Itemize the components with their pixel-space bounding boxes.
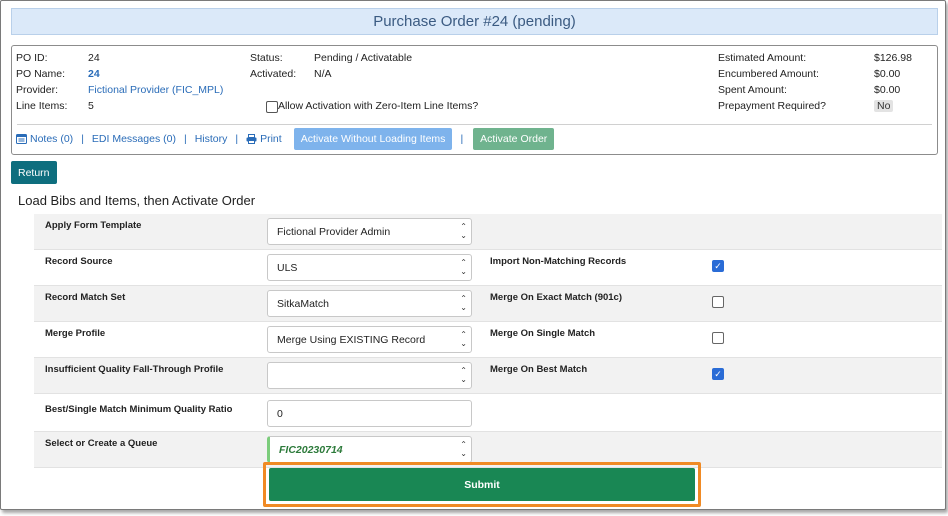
select-arrows-icon: ⌃ ⌄	[460, 222, 467, 240]
insufficient-quality-label: Insufficient Quality Fall-Through Profil…	[45, 364, 224, 375]
estimated-label: Estimated Amount:	[718, 52, 807, 64]
print-label: Print	[260, 133, 282, 145]
select-arrows-icon: ⌃ ⌄	[460, 366, 467, 384]
po-id-label: PO ID:	[16, 52, 48, 64]
apply-template-label: Apply Form Template	[45, 220, 142, 231]
merge-best-checkbox[interactable]: ✓	[712, 368, 724, 380]
merge-profile-value: Merge Using EXISTING Record	[277, 333, 426, 346]
status-label: Status:	[250, 52, 283, 64]
summary-divider	[17, 124, 932, 125]
select-arrows-icon: ⌃ ⌄	[460, 440, 467, 458]
action-separator: |	[460, 133, 464, 145]
line-items-label: Line Items:	[16, 100, 68, 112]
po-name-link[interactable]: 24	[88, 68, 100, 80]
provider-label: Provider:	[16, 84, 59, 96]
spent-label: Spent Amount:	[718, 84, 787, 96]
status-value: Pending / Activatable	[314, 52, 413, 64]
record-match-value: SitkaMatch	[277, 297, 329, 310]
form-row: Insufficient Quality Fall-Through Profil…	[34, 358, 942, 394]
submit-button[interactable]: Submit	[269, 468, 695, 501]
activate-without-loading-button[interactable]: Activate Without Loading Items	[293, 128, 453, 150]
apply-template-value: Fictional Provider Admin	[277, 225, 391, 238]
min-quality-value: 0	[277, 407, 283, 420]
submit-highlight: Submit	[263, 462, 701, 507]
spent-value: $0.00	[874, 84, 901, 96]
provider-link[interactable]: Fictional Provider (FIC_MPL)	[88, 84, 223, 96]
action-separator: |	[183, 133, 187, 145]
merge-profile-label: Merge Profile	[45, 328, 106, 339]
record-source-label: Record Source	[45, 256, 113, 267]
section-heading: Load Bibs and Items, then Activate Order	[18, 193, 256, 208]
po-name-label: PO Name:	[16, 68, 66, 80]
zero-item-label: Allow Activation with Zero-Item Line Ite…	[278, 100, 479, 112]
prepayment-badge: No	[874, 100, 894, 112]
print-link[interactable]: Print	[246, 133, 282, 145]
encumbered-value: $0.00	[874, 68, 901, 80]
record-match-select[interactable]: SitkaMatch ⌃ ⌄	[267, 290, 472, 317]
action-separator: |	[81, 133, 84, 145]
po-action-bar: Notes (0) | EDI Messages (0) | History |…	[16, 128, 555, 150]
activated-value: N/A	[314, 68, 332, 80]
form-row: Apply Form Template Fictional Provider A…	[34, 214, 942, 250]
import-nonmatching-checkbox[interactable]: ✓	[712, 260, 724, 272]
activated-label: Activated:	[250, 68, 297, 80]
merge-single-label: Merge On Single Match	[490, 328, 596, 339]
record-source-select[interactable]: ULS ⌃ ⌄	[267, 254, 472, 281]
merge-best-label: Merge On Best Match	[490, 364, 588, 375]
estimated-value: $126.98	[874, 52, 912, 64]
return-button[interactable]: Return	[11, 161, 57, 184]
encumbered-label: Encumbered Amount:	[718, 68, 819, 80]
apply-template-select[interactable]: Fictional Provider Admin ⌃ ⌄	[267, 218, 472, 245]
form-row: Record Source ULS ⌃ ⌄ Import Non-Matching…	[34, 250, 942, 286]
queue-label: Select or Create a Queue	[45, 438, 158, 449]
min-quality-input[interactable]: 0	[267, 400, 472, 427]
import-nonmatching-label: Import Non-Matching Records	[490, 256, 627, 267]
page-title: Purchase Order #24 (pending)	[11, 8, 938, 35]
page-frame: Purchase Order #24 (pending) PO ID: 24 P…	[0, 0, 946, 510]
po-id-value: 24	[88, 52, 100, 64]
record-source-value: ULS	[277, 261, 298, 274]
notes-label: Notes (0)	[30, 133, 74, 145]
queue-select[interactable]: FIC20230714 ⌃ ⌄	[267, 436, 472, 463]
select-arrows-icon: ⌃ ⌄	[460, 330, 467, 348]
prepayment-label: Prepayment Required?	[718, 100, 826, 112]
activate-order-button[interactable]: Activate Order	[473, 128, 555, 150]
min-quality-label: Best/Single Match Minimum Quality Ratio	[45, 404, 233, 415]
merge-single-checkbox[interactable]	[712, 332, 724, 344]
merge-exact-checkbox[interactable]	[712, 296, 724, 308]
select-arrows-icon: ⌃ ⌄	[460, 294, 467, 312]
notes-icon	[16, 134, 27, 144]
load-bibs-form: Apply Form Template Fictional Provider A…	[34, 214, 942, 468]
action-separator: |	[235, 133, 239, 145]
form-row: Merge Profile Merge Using EXISTING Recor…	[34, 322, 942, 358]
form-row: Record Match Set SitkaMatch ⌃ ⌄ Merge On …	[34, 286, 942, 322]
form-row: Best/Single Match Minimum Quality Ratio …	[34, 394, 942, 432]
queue-value: FIC20230714	[279, 443, 343, 456]
line-items-value: 5	[88, 100, 94, 112]
merge-exact-label: Merge On Exact Match (901c)	[490, 292, 622, 303]
zero-item-checkbox[interactable]	[266, 101, 278, 113]
merge-profile-select[interactable]: Merge Using EXISTING Record ⌃ ⌄	[267, 326, 472, 353]
notes-link[interactable]: Notes (0)	[16, 133, 73, 145]
select-arrows-icon: ⌃ ⌄	[460, 258, 467, 276]
edi-messages-link[interactable]: EDI Messages (0)	[92, 133, 176, 145]
record-match-label: Record Match Set	[45, 292, 126, 303]
history-link[interactable]: History	[195, 133, 228, 145]
print-icon	[246, 134, 257, 144]
po-summary-panel: PO ID: 24 PO Name: 24 Provider: Fictiona…	[11, 45, 938, 155]
insufficient-quality-select[interactable]: ⌃ ⌄	[267, 362, 472, 389]
